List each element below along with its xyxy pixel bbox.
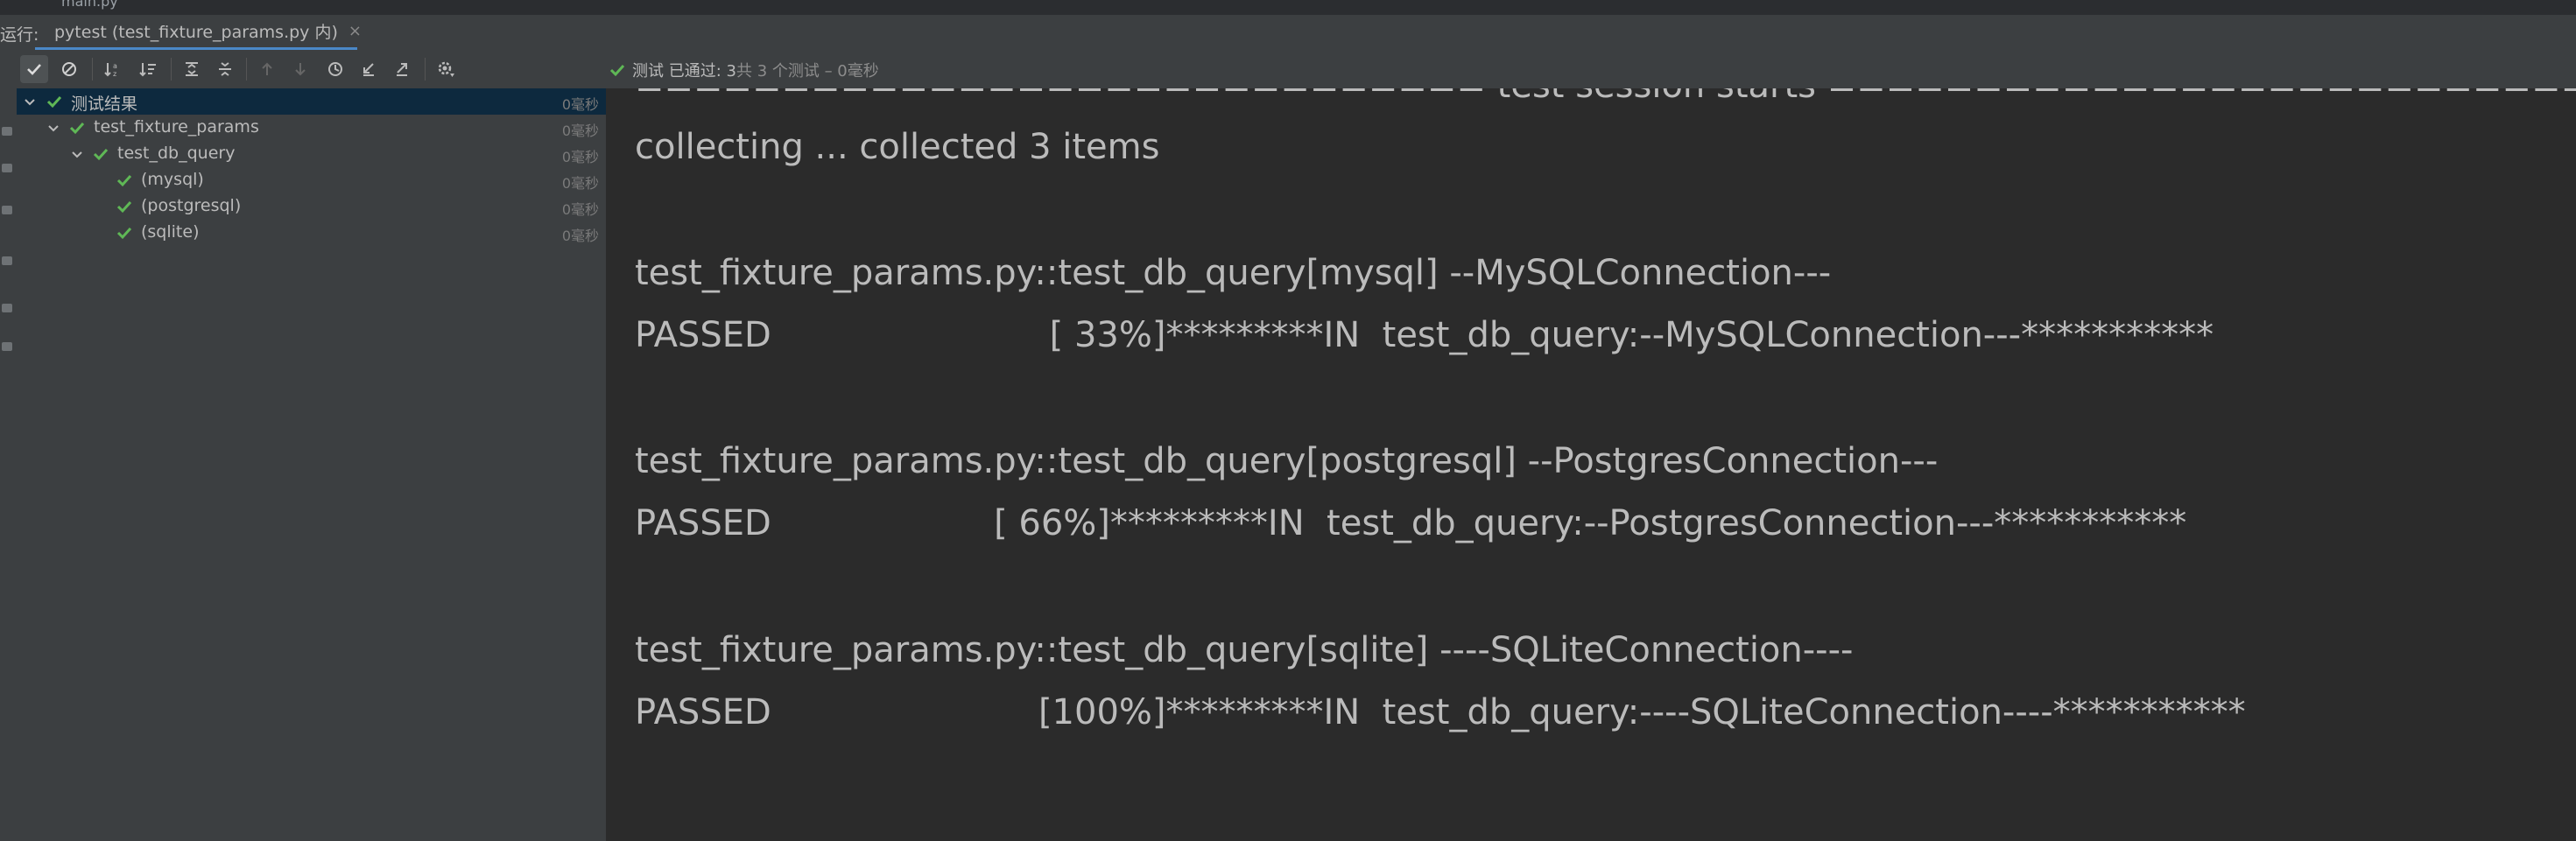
- import-tests-icon[interactable]: [355, 55, 383, 83]
- passed-check-icon: [46, 95, 62, 109]
- duration-label: 0毫秒: [561, 175, 599, 192]
- tree-row-root[interactable]: 测试结果 0毫秒: [17, 88, 606, 115]
- tree-label: test_fixture_params: [94, 117, 259, 137]
- duration-label: 0毫秒: [561, 149, 599, 165]
- tree-label: (sqlite): [141, 222, 200, 242]
- duration-label: 0毫秒: [561, 201, 599, 218]
- editor-tab-strip: main.py: [0, 0, 2576, 15]
- test-toolbar: az 测试 已通过: 3共 3 个测试 – 0毫秒: [17, 50, 2576, 89]
- run-label: 运行:: [0, 25, 39, 45]
- tree-label: 测试结果: [71, 95, 138, 114]
- passed-check-icon: [69, 122, 85, 135]
- run-tab-pytest[interactable]: pytest (test_fixture_params.py 内) ×: [35, 15, 362, 50]
- console-line: test_fixture_params.py::test_db_query[sq…: [635, 630, 1854, 670]
- show-passed-icon[interactable]: [20, 55, 48, 83]
- passed-check-icon: [116, 200, 132, 214]
- expand-all-icon[interactable]: [178, 55, 206, 83]
- test-status: 测试 已通过: 3共 3 个测试 – 0毫秒: [609, 59, 879, 81]
- tree-row-module[interactable]: test_fixture_params 0毫秒: [17, 115, 606, 141]
- collapse-all-icon[interactable]: [211, 55, 239, 83]
- pin-icon[interactable]: [2, 342, 12, 351]
- debug-icon[interactable]: [2, 206, 12, 214]
- console-line: PASSED [ 33%]*********IN test_db_query:-…: [635, 315, 2214, 355]
- passed-count: 3: [726, 62, 736, 81]
- tree-label: (postgresql): [141, 196, 242, 215]
- settings-icon[interactable]: [432, 55, 460, 83]
- passed-check-icon: [116, 174, 132, 187]
- export-results-icon[interactable]: [388, 55, 416, 83]
- side-action-strip: [0, 50, 18, 841]
- sort-alphabetically-icon[interactable]: az: [99, 55, 127, 83]
- total-summary: 共 3 个测试 – 0毫秒: [735, 62, 879, 81]
- duration-label: 0毫秒: [561, 123, 599, 139]
- svg-text:z: z: [113, 70, 116, 78]
- layout-icon[interactable]: [2, 304, 12, 312]
- run-tab-bar: 运行: pytest (test_fixture_params.py 内) ×: [0, 15, 2576, 51]
- previous-failed-icon[interactable]: [253, 55, 281, 83]
- status-text: 测试 已通过: 3共 3 个测试 – 0毫秒: [632, 59, 879, 81]
- console-line: collecting ... collected 3 items: [635, 127, 1160, 167]
- run-tab-title: pytest (test_fixture_params.py 内): [54, 23, 338, 42]
- chevron-down-icon[interactable]: [69, 146, 85, 162]
- tree-row-param[interactable]: (mysql) 0毫秒: [17, 167, 606, 193]
- console-output[interactable]: ============================= test sessi…: [607, 88, 2576, 841]
- sort-by-duration-icon[interactable]: [134, 55, 162, 83]
- status-prefix: 测试 已通过:: [632, 62, 727, 81]
- tree-row-function[interactable]: test_db_query 0毫秒: [17, 141, 606, 167]
- close-icon[interactable]: ×: [348, 22, 362, 40]
- console-line: test_fixture_params.py::test_db_query[po…: [635, 441, 1939, 481]
- console-line: test_fixture_params.py::test_db_query[my…: [635, 253, 1832, 293]
- passed-check-icon: [116, 227, 132, 240]
- tree-label: test_db_query: [117, 144, 236, 163]
- console-line: ============================= test sessi…: [635, 88, 2576, 106]
- test-results-tree: 测试结果 0毫秒 test_fixture_params 0毫秒 test_db…: [17, 88, 607, 841]
- coverage-icon[interactable]: [2, 256, 12, 265]
- rerun-icon[interactable]: [2, 127, 12, 136]
- show-ignored-icon[interactable]: [55, 55, 83, 83]
- tree-row-param[interactable]: (postgresql) 0毫秒: [17, 193, 606, 220]
- console-line: PASSED [ 66%]*********IN test_db_query:-…: [635, 503, 2187, 543]
- passed-check-icon: [93, 148, 109, 161]
- passed-check-icon: [609, 64, 625, 77]
- console-line: PASSED [100%]*********IN test_db_query:-…: [635, 692, 2246, 732]
- file-tab-main[interactable]: main.py: [61, 0, 118, 10]
- tree-label: (mysql): [141, 170, 204, 189]
- test-history-icon[interactable]: [321, 55, 349, 83]
- next-failed-icon[interactable]: [286, 55, 314, 83]
- duration-label: 0毫秒: [561, 96, 599, 113]
- chevron-down-icon[interactable]: [46, 120, 61, 136]
- stop-icon[interactable]: [2, 164, 12, 172]
- duration-label: 0毫秒: [561, 228, 599, 244]
- svg-text:a: a: [113, 62, 117, 70]
- chevron-down-icon[interactable]: [22, 94, 38, 109]
- tree-row-param[interactable]: (sqlite) 0毫秒: [17, 220, 606, 246]
